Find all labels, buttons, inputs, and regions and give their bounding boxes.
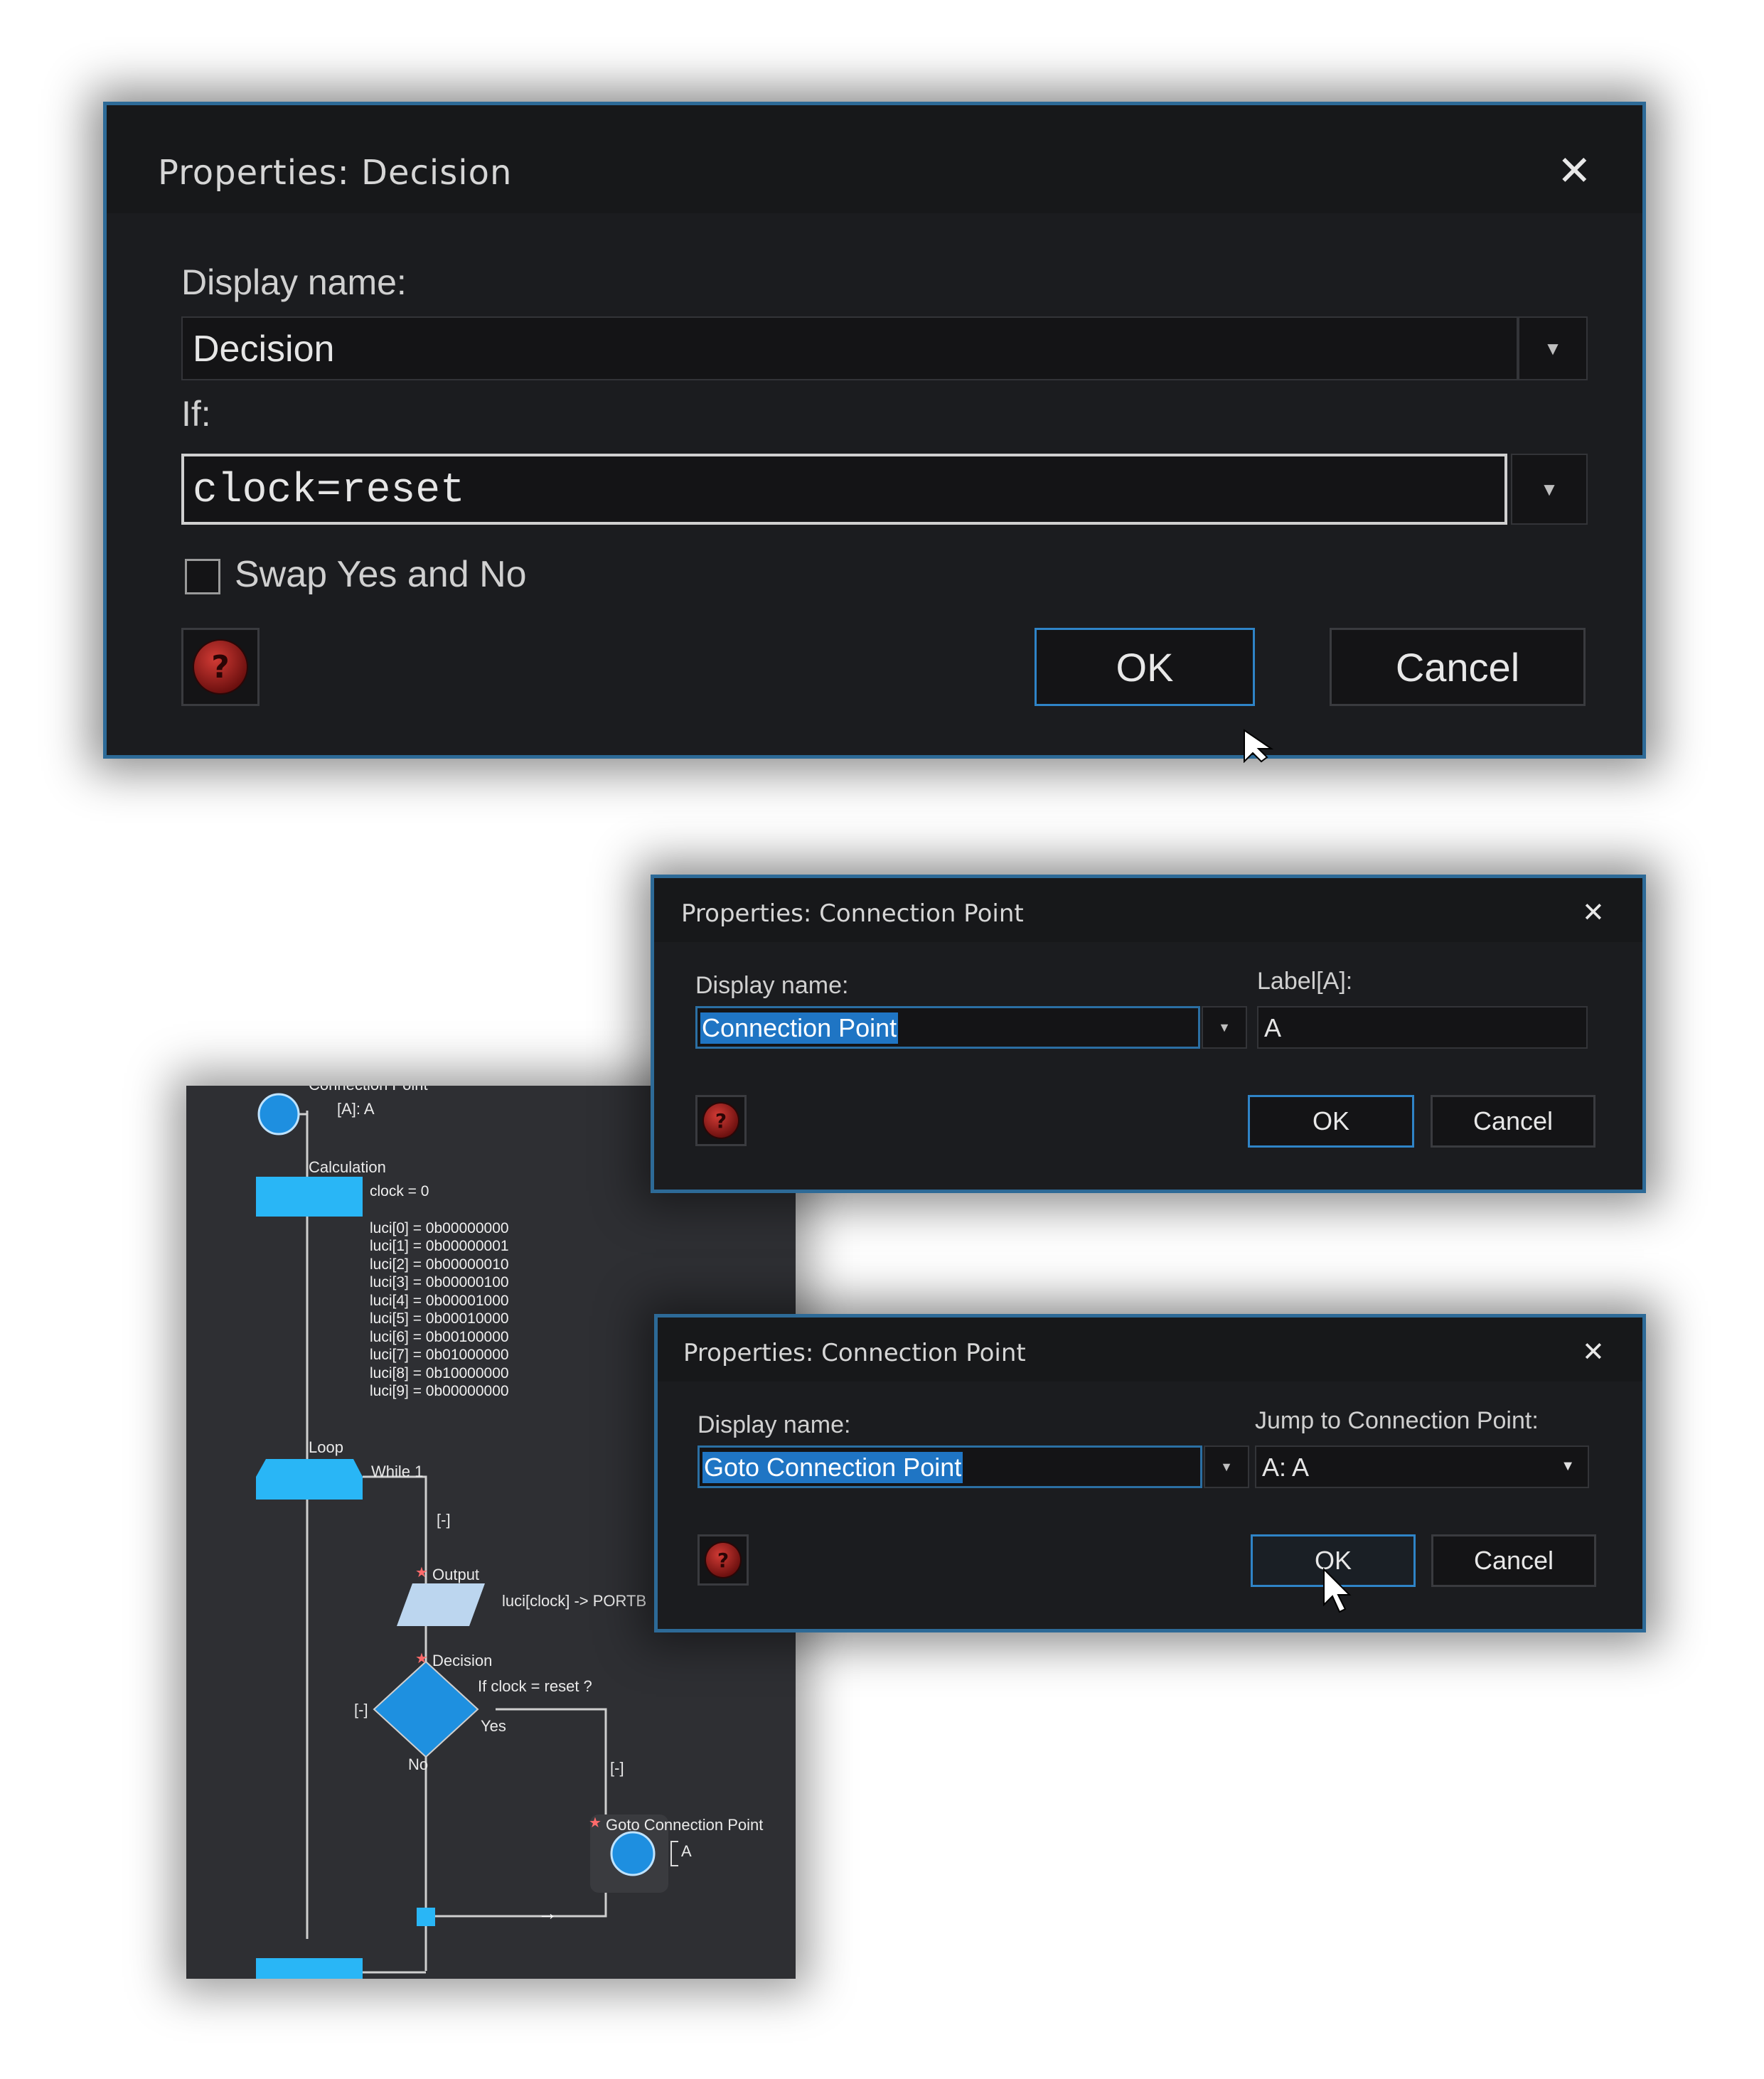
connection-point-node bbox=[257, 1093, 300, 1135]
help-icon: ? bbox=[704, 1103, 738, 1138]
ok-button[interactable]: OK bbox=[1248, 1095, 1414, 1148]
decision-dialog: Properties: Decision ✕ Display name: Dec… bbox=[103, 102, 1646, 759]
cancel-button[interactable]: Cancel bbox=[1431, 1534, 1596, 1587]
if-condition-field[interactable]: clock=reset bbox=[181, 454, 1507, 525]
if-label: If: bbox=[181, 394, 211, 434]
chevron-down-icon: ▼ bbox=[1218, 1020, 1231, 1035]
goto-title: Goto Connection Point bbox=[606, 1816, 764, 1834]
display-name-label: Display name: bbox=[181, 262, 407, 302]
decision-collapse-toggle[interactable]: [-] bbox=[354, 1701, 368, 1719]
display-name-dropdown[interactable]: ▼ bbox=[1204, 1445, 1249, 1488]
label-a-label: Label[A]: bbox=[1257, 968, 1353, 995]
ok-button[interactable]: OK bbox=[1035, 628, 1255, 706]
goto-dialog-titlebar[interactable]: Properties: Connection Point ✕ bbox=[658, 1318, 1642, 1381]
loop-collapse-toggle[interactable]: [-] bbox=[437, 1511, 451, 1529]
goto-connection-point-node bbox=[610, 1831, 656, 1876]
loop-title: Loop bbox=[309, 1438, 343, 1456]
jump-to-select[interactable]: A: A ▼ bbox=[1255, 1445, 1589, 1488]
goto-connection-point-dialog: Properties: Connection Point ✕ Display n… bbox=[654, 1314, 1646, 1632]
goto-star-icon: ★ bbox=[589, 1815, 602, 1831]
chevron-down-icon: ▼ bbox=[1544, 337, 1562, 359]
decision-condition: If clock = reset ? bbox=[478, 1677, 592, 1695]
jump-to-label: Jump to Connection Point: bbox=[1255, 1407, 1539, 1434]
chevron-down-icon: ▼ bbox=[1540, 478, 1559, 500]
dialog-title: Properties: Connection Point bbox=[681, 899, 1024, 928]
swap-yes-no-checkbox[interactable] bbox=[185, 559, 220, 594]
help-icon: ? bbox=[194, 641, 247, 693]
cancel-button[interactable]: Cancel bbox=[1330, 628, 1586, 706]
connection-point-dialog: Properties: Connection Point ✕ Display n… bbox=[651, 875, 1646, 1193]
display-name-field[interactable]: Decision bbox=[181, 316, 1518, 380]
decision-dialog-titlebar[interactable]: Properties: Decision ✕ bbox=[107, 105, 1642, 213]
close-icon[interactable]: ✕ bbox=[1582, 1336, 1605, 1367]
connection-point-cut-label: Connection Point bbox=[309, 1086, 428, 1094]
cancel-button[interactable]: Cancel bbox=[1431, 1095, 1595, 1148]
dialog-title: Properties: Decision bbox=[158, 153, 513, 193]
display-name-dropdown[interactable]: ▼ bbox=[1518, 316, 1588, 380]
mouse-cursor-icon bbox=[1323, 1568, 1352, 1613]
connection-dialog-titlebar[interactable]: Properties: Connection Point ✕ bbox=[654, 878, 1642, 942]
swap-yes-no-label[interactable]: Swap Yes and No bbox=[235, 553, 527, 596]
output-star-icon: ★ bbox=[415, 1565, 428, 1581]
chevron-down-icon: ▼ bbox=[1561, 1458, 1575, 1474]
end-node bbox=[256, 1958, 363, 1979]
calculation-node bbox=[256, 1177, 363, 1217]
output-title: Output bbox=[432, 1566, 480, 1583]
merge-node bbox=[417, 1908, 435, 1926]
help-button[interactable]: ? bbox=[697, 1534, 749, 1586]
display-name-label: Display name: bbox=[695, 972, 849, 999]
calculation-lines: clock = 0 luci[0] = 0b00000000 luci[1] =… bbox=[370, 1183, 509, 1399]
yes-branch-collapse-toggle[interactable]: [-] bbox=[610, 1759, 624, 1778]
yes-label: Yes bbox=[481, 1717, 506, 1735]
loop-condition: While 1 bbox=[371, 1463, 424, 1480]
goto-label: A bbox=[681, 1842, 692, 1860]
help-button[interactable]: ? bbox=[695, 1095, 747, 1146]
display-name-field[interactable]: Goto Connection Point bbox=[697, 1445, 1202, 1488]
dialog-title: Properties: Connection Point bbox=[683, 1339, 1026, 1367]
calculation-title: Calculation bbox=[309, 1158, 386, 1176]
display-name-dropdown[interactable]: ▼ bbox=[1202, 1006, 1247, 1049]
help-icon: ? bbox=[706, 1543, 740, 1577]
if-condition-dropdown[interactable]: ▼ bbox=[1511, 454, 1588, 525]
display-name-label: Display name: bbox=[697, 1411, 851, 1438]
output-text: luci[clock] -> PORTB bbox=[502, 1592, 647, 1610]
decision-star-icon: ★ bbox=[415, 1651, 428, 1667]
decision-title: Decision bbox=[432, 1652, 493, 1669]
label-a-field[interactable]: A bbox=[1257, 1006, 1588, 1049]
close-icon[interactable]: ✕ bbox=[1582, 897, 1605, 928]
display-name-field[interactable]: Connection Point bbox=[695, 1006, 1200, 1049]
loop-node bbox=[256, 1459, 363, 1500]
chevron-down-icon: ▼ bbox=[1220, 1459, 1233, 1474]
help-button[interactable]: ? bbox=[181, 628, 260, 706]
flow-arrow-icon: → bbox=[538, 1902, 557, 1924]
connection-point-label: [A]: A bbox=[337, 1100, 375, 1118]
output-node bbox=[397, 1583, 485, 1626]
mouse-cursor-icon bbox=[1244, 729, 1274, 763]
decision-node bbox=[373, 1660, 479, 1758]
close-icon[interactable]: ✕ bbox=[1557, 146, 1592, 195]
no-label: No bbox=[408, 1755, 429, 1773]
